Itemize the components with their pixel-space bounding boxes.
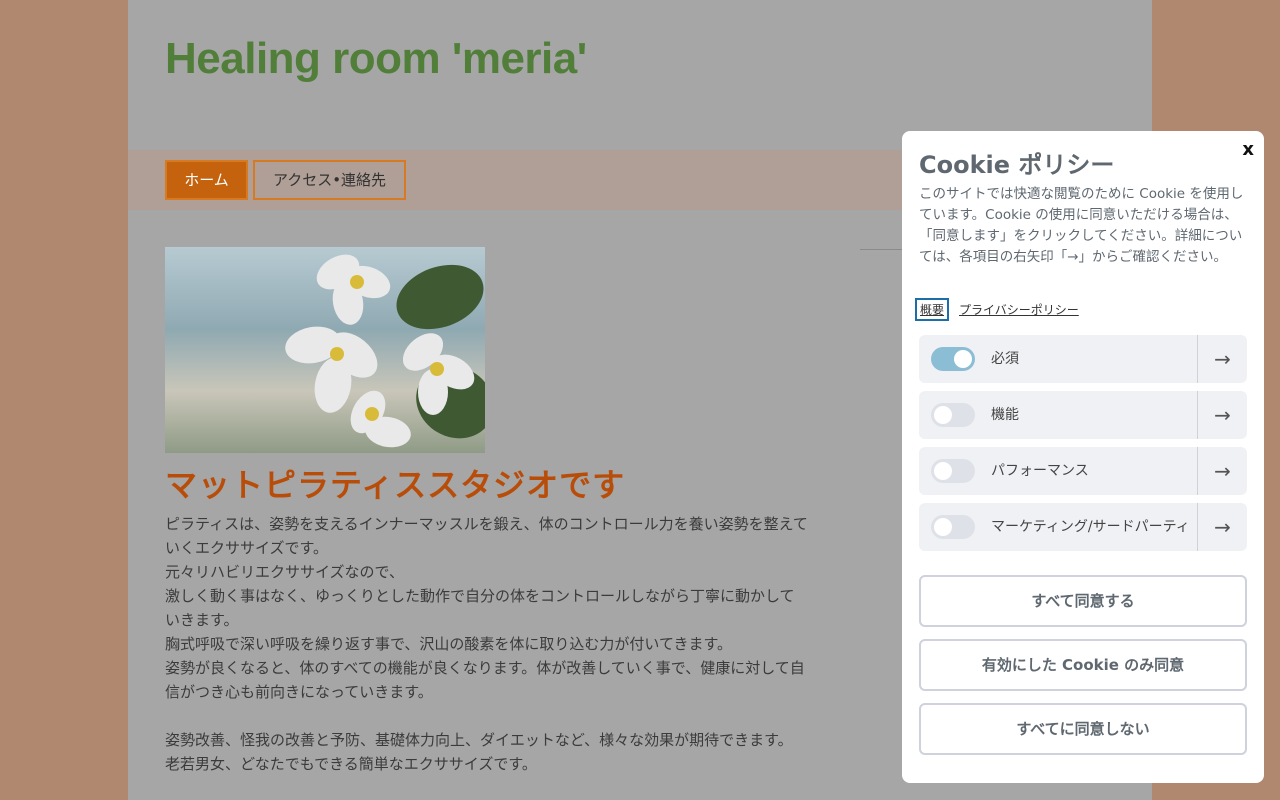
flower-center (350, 275, 364, 289)
arrow-right-icon[interactable]: → (1198, 391, 1247, 439)
category-required: 必須 → (919, 335, 1247, 383)
toggle-switch[interactable] (931, 347, 975, 371)
paragraph: 姿勢改善、怪我の改善と予防、基礎体力向上、ダイエットなど、様々な効果が期待できま… (165, 731, 793, 749)
paragraph: 姿勢が良くなると、体のすべての機能が良くなります。体が改善していく事で、健康に対… (165, 659, 805, 701)
paragraph: 激しく動く事はなく、ゆっくりとした動作で自分の体をコントロールしながら丁寧に動か… (165, 587, 795, 629)
toggle-knob (934, 462, 952, 480)
arrow-right-icon[interactable]: → (1198, 447, 1247, 495)
cookie-consent-panel: x Cookie ポリシー このサイトでは快適な閲覧のために Cookie を使… (902, 131, 1264, 783)
close-icon[interactable]: x (1242, 139, 1254, 160)
category-performance: パフォーマンス → (919, 447, 1247, 495)
flower-center (330, 347, 344, 361)
paragraph: 老若男女、どなたでもできる簡単なエクササイズです。 (165, 755, 537, 773)
paragraph: 胸式呼吸で深い呼吸を繰り返す事で、沢山の酸素を体に取り込む力が付いてきます。 (165, 635, 733, 653)
toggle-switch[interactable] (931, 403, 975, 427)
accept-selected-button[interactable]: 有効にした Cookie のみ同意 (919, 639, 1247, 691)
nav-access-button[interactable]: アクセス•連絡先 (253, 160, 406, 200)
flower-center (430, 362, 444, 376)
category-label: パフォーマンス (991, 463, 1089, 479)
cookie-title: Cookie ポリシー (919, 151, 1115, 179)
reject-all-button[interactable]: すべてに同意しない (919, 703, 1247, 755)
main-heading: マットピラティススタジオです (165, 466, 626, 504)
accept-all-button[interactable]: すべて同意する (919, 575, 1247, 627)
toggle-knob (934, 406, 952, 424)
toggle-knob (954, 350, 972, 368)
overview-link[interactable]: 概要 (915, 298, 950, 321)
toggle-switch[interactable] (931, 459, 975, 483)
leaf-shape (387, 253, 485, 341)
privacy-policy-link[interactable]: プライバシーポリシー (959, 301, 1079, 318)
cookie-links: 概要 プライバシーポリシー (915, 298, 1079, 321)
arrow-right-icon[interactable]: → (1198, 335, 1247, 383)
category-functional: 機能 → (919, 391, 1247, 439)
category-label: 機能 (991, 407, 1019, 423)
intro-text: ピラティスは、姿勢を支えるインナーマッスルを鍛え、体のコントロール力を養い姿勢を… (165, 512, 809, 776)
category-label: 必須 (991, 351, 1019, 367)
category-marketing: マーケティング/サードパーティ → (919, 503, 1247, 551)
arrow-right-icon[interactable]: → (1198, 503, 1247, 551)
category-label: マーケティング/サードパーティ (991, 519, 1190, 535)
flower-center (365, 407, 379, 421)
paragraph: 元々リハビリエクササイズなので、 (165, 563, 404, 581)
nav-home-button[interactable]: ホーム (165, 160, 248, 200)
plumeria-flower-image (165, 247, 485, 453)
toggle-switch[interactable] (931, 515, 975, 539)
paragraph: ピラティスは、姿勢を支えるインナーマッスルを鍛え、体のコントロール力を養い姿勢を… (165, 515, 808, 557)
petal-shape (418, 369, 448, 415)
cookie-description: このサイトでは快適な閲覧のために Cookie を使用しています。Cookie … (919, 186, 1244, 265)
site-title[interactable]: Healing room 'meria' (165, 34, 587, 84)
site-header: Healing room 'meria' (128, 0, 1152, 150)
toggle-knob (934, 518, 952, 536)
